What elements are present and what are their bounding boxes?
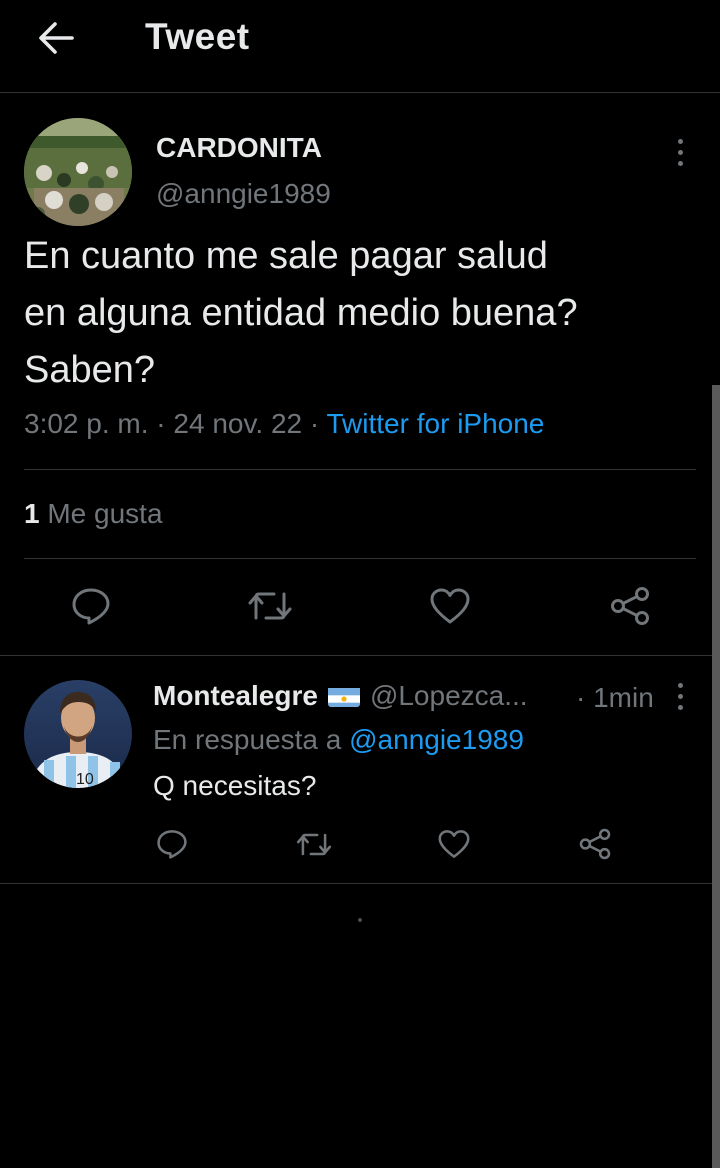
tweet-time: 3:02 p. m. <box>24 408 149 439</box>
share-icon <box>611 587 649 625</box>
like-icon <box>430 588 470 624</box>
reply-share-button[interactable] <box>575 824 615 864</box>
more-options-button[interactable] <box>664 132 696 172</box>
more-dot <box>677 160 683 166</box>
reply-author-handle[interactable]: @Lopezca... <box>370 680 528 712</box>
reply-more-options-button[interactable] <box>664 678 696 714</box>
reply-header: Montealegre @Lopezca... <box>153 680 528 712</box>
tweet-date: 24 nov. 22 <box>173 408 303 439</box>
reply-button[interactable] <box>66 584 116 628</box>
top-bar: Tweet <box>0 0 720 93</box>
divider <box>0 883 720 884</box>
likes-label: Me gusta <box>47 498 163 529</box>
page-title: Tweet <box>145 16 250 57</box>
reply-icon <box>157 830 187 859</box>
arrow-left-icon <box>39 22 74 54</box>
more-dot <box>677 693 683 699</box>
likes-row[interactable]: 1 Me gusta <box>24 498 163 530</box>
svg-text:10: 10 <box>76 771 94 788</box>
more-dot <box>677 149 683 155</box>
meta-separator: · <box>156 408 166 439</box>
scrollbar[interactable] <box>712 385 720 1168</box>
reply-icon <box>72 588 110 625</box>
reply-tweet[interactable]: 10 Montealegre @Lopezca... · 1min En res… <box>0 656 720 884</box>
tweet-source-link[interactable]: Twitter for iPhone <box>327 408 545 439</box>
reply-avatar[interactable]: 10 <box>24 680 132 788</box>
retweet-button[interactable] <box>244 584 296 628</box>
more-dots-icon <box>677 138 683 144</box>
author-handle[interactable]: @anngie1989 <box>156 178 331 210</box>
likes-count: 1 <box>24 498 40 529</box>
reply-author-name[interactable]: Montealegre <box>153 680 318 712</box>
replying-to-label: En respuesta a <box>153 724 342 755</box>
author-name[interactable]: CARDONITA <box>156 132 322 164</box>
avatar-image <box>24 118 132 226</box>
reply-retweet-button[interactable] <box>293 824 335 864</box>
replying-to: En respuesta a @anngie1989 <box>153 724 524 756</box>
avatar-image: 10 <box>24 680 132 788</box>
divider <box>24 469 696 470</box>
meta-separator: · <box>309 408 320 439</box>
share-button[interactable] <box>605 584 655 628</box>
loading-indicator <box>358 918 362 922</box>
tweet-meta: 3:02 p. m. · 24 nov. 22 · Twitter for iP… <box>24 408 544 440</box>
tweet-text: En cuanto me sale pagar salud en alguna … <box>24 235 578 391</box>
argentina-flag-icon <box>327 685 360 707</box>
more-dot <box>677 704 683 710</box>
like-icon <box>438 830 470 858</box>
reply-reply-button[interactable] <box>152 824 192 864</box>
back-button[interactable] <box>30 14 82 62</box>
retweet-icon <box>296 833 332 855</box>
divider <box>24 558 696 559</box>
reply-text: Q necesitas? <box>153 770 317 801</box>
author-avatar[interactable] <box>24 118 132 226</box>
replying-to-mention[interactable]: @anngie1989 <box>349 724 524 755</box>
reply-time[interactable]: · 1min <box>576 682 654 714</box>
more-dots-icon <box>677 682 683 688</box>
reply-like-button[interactable] <box>434 824 474 864</box>
share-icon <box>579 828 611 860</box>
retweet-icon <box>248 592 292 620</box>
like-button[interactable] <box>425 584 475 628</box>
